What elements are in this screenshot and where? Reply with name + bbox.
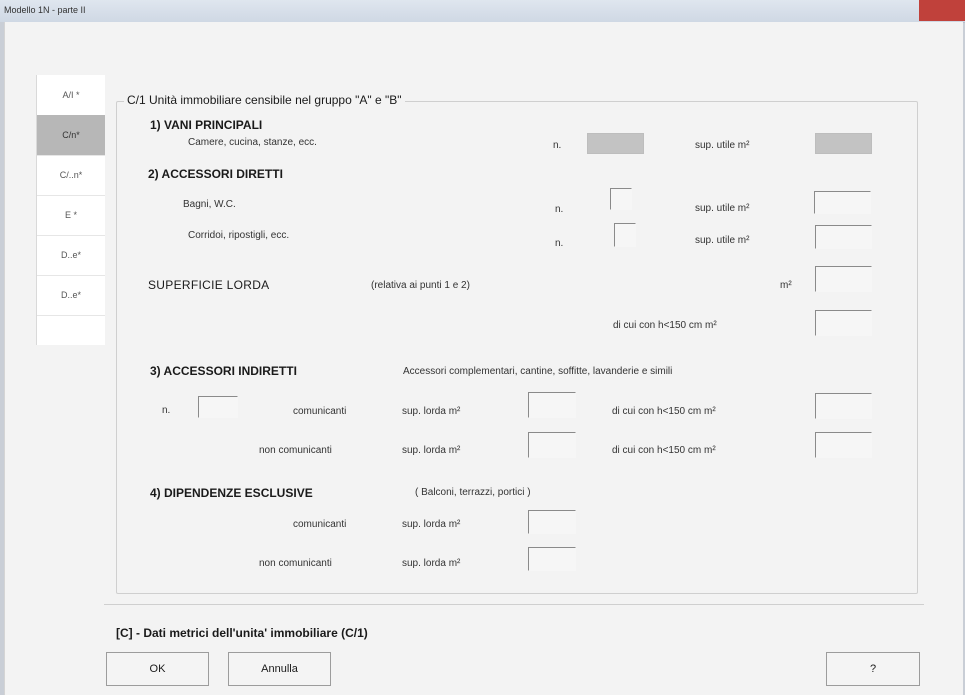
separator [104, 604, 924, 605]
tab-strip: A/I * C/n* C/..n* E * D..e* D..e* [36, 75, 105, 345]
indiretti-n-field[interactable] [198, 396, 238, 418]
dipendenze-comunicanti-sup-label: sup. lorda m² [402, 519, 461, 530]
vani-desc: Camere, cucina, stanze, ecc. [188, 137, 317, 148]
help-label: ? [869, 663, 877, 675]
superficie-m2-label: m² [780, 280, 792, 291]
non-comunicanti-dicui-label: di cui con h<150 cm m² [612, 445, 716, 456]
non-comunicanti-dicui-field[interactable] [815, 432, 872, 458]
close-button[interactable] [919, 0, 965, 21]
cancel-button[interactable]: Annulla [228, 652, 331, 686]
vani-heading: 1) VANI PRINCIPALI [150, 118, 263, 132]
indiretti-n-label: n. [162, 405, 171, 416]
bagni-sup-field[interactable] [814, 191, 871, 214]
comunicanti-sup-label: sup. lorda m² [402, 406, 461, 417]
superficie-heading: SUPERFICIE LORDA [148, 278, 270, 292]
dipendenze-heading: 4) DIPENDENZE ESCLUSIVE [150, 486, 313, 500]
non-comunicanti-sup-label: sup. lorda m² [402, 445, 461, 456]
tab-label: C/..n* [59, 170, 83, 180]
footer-caption: [C] - Dati metrici dell'unita' immobilia… [116, 626, 368, 640]
window-title: Modello 1N - parte II [4, 5, 86, 15]
tab-d2[interactable]: D..e* [37, 275, 105, 316]
corridoi-n-label: n. [555, 238, 564, 249]
tab-c2[interactable]: C/..n* [37, 155, 105, 196]
comunicanti-dicui-field[interactable] [815, 393, 872, 419]
non-comunicanti-sup-field[interactable] [528, 432, 576, 458]
vani-n-field[interactable] [587, 133, 644, 154]
dipendenze-comunicanti-field[interactable] [528, 510, 576, 534]
comunicanti-label: comunicanti [293, 406, 347, 417]
group-title: C/1 Unità immobiliare censibile nel grup… [124, 93, 405, 107]
bagni-n-label: n. [555, 204, 564, 215]
corridoi-sup-field[interactable] [815, 225, 872, 249]
corridoi-sup-label: sup. utile m² [695, 235, 750, 246]
dipendenze-note: ( Balconi, terrazzi, portici ) [415, 487, 531, 498]
vani-sup-label: sup. utile m² [695, 140, 750, 151]
bagni-label: Bagni, W.C. [183, 199, 236, 210]
comunicanti-sup-field[interactable] [528, 392, 576, 418]
tab-label: D..e* [60, 250, 81, 260]
bagni-sup-label: sup. utile m² [695, 203, 750, 214]
dipendenze-non-comunicanti-label: non comunicanti [259, 558, 332, 569]
tab-label: D..e* [60, 290, 81, 300]
accessori-indiretti-heading: 3) ACCESSORI INDIRETTI [150, 364, 297, 378]
cancel-label: Annulla [261, 663, 298, 675]
dipendenze-non-comunicanti-sup-label: sup. lorda m² [402, 558, 461, 569]
tab-label: C/n* [62, 130, 80, 140]
ok-label: OK [149, 663, 166, 675]
accessori-diretti-heading: 2) ACCESSORI DIRETTI [148, 167, 283, 181]
vani-n-label: n. [553, 140, 562, 151]
superficie-dicui-field[interactable] [815, 310, 872, 336]
corridoi-label: Corridoi, ripostigli, ecc. [188, 230, 290, 241]
superficie-dicui-label: di cui con h<150 cm m² [613, 320, 717, 331]
help-button[interactable]: ? [826, 652, 920, 686]
bagni-n-field[interactable] [610, 188, 632, 210]
tab-a1[interactable]: A/I * [37, 75, 105, 116]
tab-label: E * [64, 210, 77, 220]
vani-sup-field[interactable] [815, 133, 872, 154]
dipendenze-non-comunicanti-field[interactable] [528, 547, 576, 571]
ok-button[interactable]: OK [106, 652, 209, 686]
comunicanti-dicui-label: di cui con h<150 cm m² [612, 406, 716, 417]
accessori-indiretti-note: Accessori complementari, cantine, soffit… [403, 366, 673, 377]
tab-label: A/I * [62, 90, 80, 100]
dipendenze-comunicanti-label: comunicanti [293, 519, 347, 530]
title-bar: Modello 1N - parte II [0, 0, 965, 23]
superficie-field[interactable] [815, 266, 872, 292]
tab-d1[interactable]: D..e* [37, 235, 105, 276]
corridoi-n-field[interactable] [614, 223, 636, 247]
tab-c1[interactable]: C/n* [37, 115, 105, 156]
superficie-note: (relativa ai punti 1 e 2) [371, 280, 470, 291]
non-comunicanti-label: non comunicanti [259, 445, 332, 456]
tab-e[interactable]: E * [37, 195, 105, 236]
